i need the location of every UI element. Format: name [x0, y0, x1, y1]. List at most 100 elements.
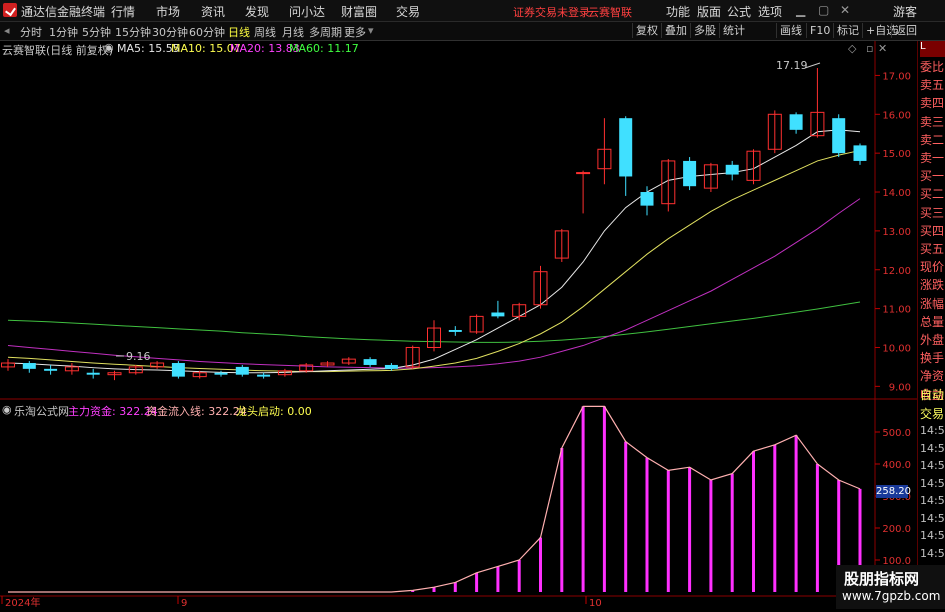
y-tick-label: 10.00: [882, 343, 911, 354]
trade-time: 14:56: [920, 511, 945, 525]
x-axis: 2024年 9 10: [1, 596, 602, 609]
restore-icon[interactable]: ▢: [818, 3, 829, 17]
low-price-label: 9.16: [126, 350, 151, 363]
candle-body-down: [171, 363, 185, 377]
quote-field: 买一: [920, 169, 945, 184]
current-value-badge: 258.20: [876, 485, 911, 498]
menu-shichang[interactable]: 市场: [156, 3, 180, 20]
quote-field: 卖一: [920, 151, 945, 165]
watermark-title: 股朋指标网: [844, 570, 920, 588]
period-5min[interactable]: 5分钟: [82, 24, 111, 40]
candle-body-down: [363, 359, 377, 365]
sub-y-tick-label: 500.0: [882, 428, 911, 439]
period-fenshi[interactable]: 分时: [20, 24, 42, 40]
tool-diejia[interactable]: 叠加: [661, 23, 690, 38]
toolbar-arrow-icon[interactable]: ◂: [4, 24, 10, 37]
trade-time: 14:56: [920, 546, 945, 560]
y-tick-label: 11.00: [882, 305, 911, 316]
main-y-axis: 17.00 16.00 15.00 14.00 13.00 12.00 11.00 10.00…: [875, 71, 911, 393]
watermark: 股朋指标网 www.7gpzb.com: [836, 565, 945, 609]
menu-gongneng[interactable]: 功能: [666, 3, 690, 20]
trade-time: 14:56: [920, 494, 945, 507]
quote-panel: L 委比 卖五 卖四 卖三 卖二 卖一 买一 买二 买三 买四 买五 现价 涨跌 涨幅 总量 外盘 换手 净资 收益…: [917, 41, 945, 612]
candle-body-up: [576, 172, 591, 175]
sub-y-tick-label: 200.0: [882, 524, 911, 535]
x-tick-label: 9: [181, 598, 187, 609]
period-multi[interactable]: 多周期: [309, 24, 342, 40]
tool-huaxian[interactable]: 画线: [776, 23, 805, 38]
period-60min[interactable]: 60分钟: [189, 24, 225, 40]
trade-time: 14:56: [920, 441, 945, 455]
candlestick-series: [1, 62, 867, 381]
app-logo-icon: [3, 3, 17, 17]
main-chart-title: 云赛智联(日线 前复权): [2, 44, 114, 57]
menu-zixun[interactable]: 资讯: [201, 3, 225, 20]
menu-xuanxiang[interactable]: 选项: [758, 3, 782, 20]
tool-biaoji[interactable]: 标记: [833, 23, 862, 38]
tool-duogu[interactable]: 多股: [690, 23, 719, 38]
candle-body-down: [832, 118, 846, 154]
menu-caifuquan[interactable]: 财富圈: [341, 3, 377, 20]
more-chevron-icon[interactable]: ▾: [368, 24, 374, 37]
candle-body-down: [853, 145, 867, 161]
quote-field: 委比: [920, 60, 945, 74]
quote-field: 买五: [920, 242, 945, 256]
period-more[interactable]: 更多: [344, 24, 366, 40]
window-icon[interactable]: ▫: [866, 42, 873, 55]
menu-hangqing[interactable]: 行情: [111, 3, 135, 20]
trade-field[interactable]: 自动: [920, 386, 945, 403]
quote-field: 总量: [920, 314, 945, 329]
fund-inflow-label: 资金流入线: 322.24: [146, 405, 247, 418]
candle-body-down: [214, 372, 228, 375]
tool-fuquan[interactable]: 复权: [632, 23, 661, 38]
period-daily[interactable]: 日线: [228, 24, 250, 40]
period-toolbar: ◂ 分时 1分钟 5分钟 15分钟 30分钟 60分钟 日线 周线 月线 多周期…: [0, 22, 945, 41]
chart-close-icon[interactable]: ✕: [878, 42, 887, 55]
menu-jiaoyi[interactable]: 交易: [396, 3, 420, 20]
y-tick-label: 12.00: [882, 266, 911, 277]
candle-body-down: [683, 160, 697, 187]
panel-badge[interactable]: L: [920, 41, 945, 57]
period-monthly[interactable]: 月线: [282, 24, 304, 40]
trade-field[interactable]: 交易: [920, 405, 945, 422]
menu-gongshi[interactable]: 公式: [727, 3, 751, 20]
trade-time: 14:56: [920, 459, 945, 472]
sub-chart-title: 乐淘公式网: [14, 405, 69, 418]
guest-user[interactable]: 游客: [893, 3, 917, 20]
trade-time: 14:56: [920, 476, 945, 490]
title-bar: 通达信金融终端 行情 市场 资讯 发现 问小达 财富圈 交易 证券交易未登录 云…: [0, 0, 945, 22]
candle-body-down: [448, 329, 462, 332]
menu-wenxiaoda[interactable]: 问小达: [289, 3, 325, 20]
candle-body-down: [22, 363, 36, 369]
minimize-icon[interactable]: ▁: [796, 3, 805, 17]
y-tick-label: 14.00: [882, 188, 911, 199]
quote-field: 买三: [920, 205, 945, 220]
candle-body-down: [44, 368, 58, 371]
quote-field: 买四: [920, 223, 945, 238]
main-fund-bars: [411, 406, 862, 592]
period-weekly[interactable]: 周线: [254, 24, 276, 40]
collapse-icon[interactable]: ◇: [848, 42, 856, 55]
menu-banmian[interactable]: 版面: [697, 3, 721, 20]
kline-chart[interactable]: 17.00 16.00 15.00 14.00 13.00 12.00 11.00 10.00…: [0, 41, 917, 609]
close-icon[interactable]: ✕: [840, 3, 850, 17]
menu-faxian[interactable]: 发现: [245, 3, 269, 20]
tool-f10[interactable]: F10: [806, 23, 833, 38]
trade-login-warning[interactable]: 证券交易未登录: [513, 4, 590, 20]
tool-tongji[interactable]: 统计: [719, 23, 748, 38]
y-tick-label: 15.00: [882, 149, 911, 160]
sub-settings-icon[interactable]: ◉: [2, 403, 12, 416]
quote-field: 买二: [920, 187, 945, 202]
candle-body-down: [86, 372, 100, 375]
leader-start-label: 龙头启动: 0.00: [236, 405, 312, 418]
y-tick-label: 9.00: [889, 382, 911, 393]
candle-body-down: [619, 118, 633, 177]
period-15min[interactable]: 15分钟: [115, 24, 151, 40]
tool-back[interactable]: 返回: [891, 23, 920, 38]
period-1min[interactable]: 1分钟: [49, 24, 78, 40]
x-tick-label: 2024年: [5, 596, 40, 609]
period-30min[interactable]: 30分钟: [152, 24, 188, 40]
settings-circle-icon[interactable]: ◉: [104, 41, 114, 54]
app-title: 通达信金融终端: [21, 5, 106, 19]
candle-body-down: [384, 364, 398, 369]
